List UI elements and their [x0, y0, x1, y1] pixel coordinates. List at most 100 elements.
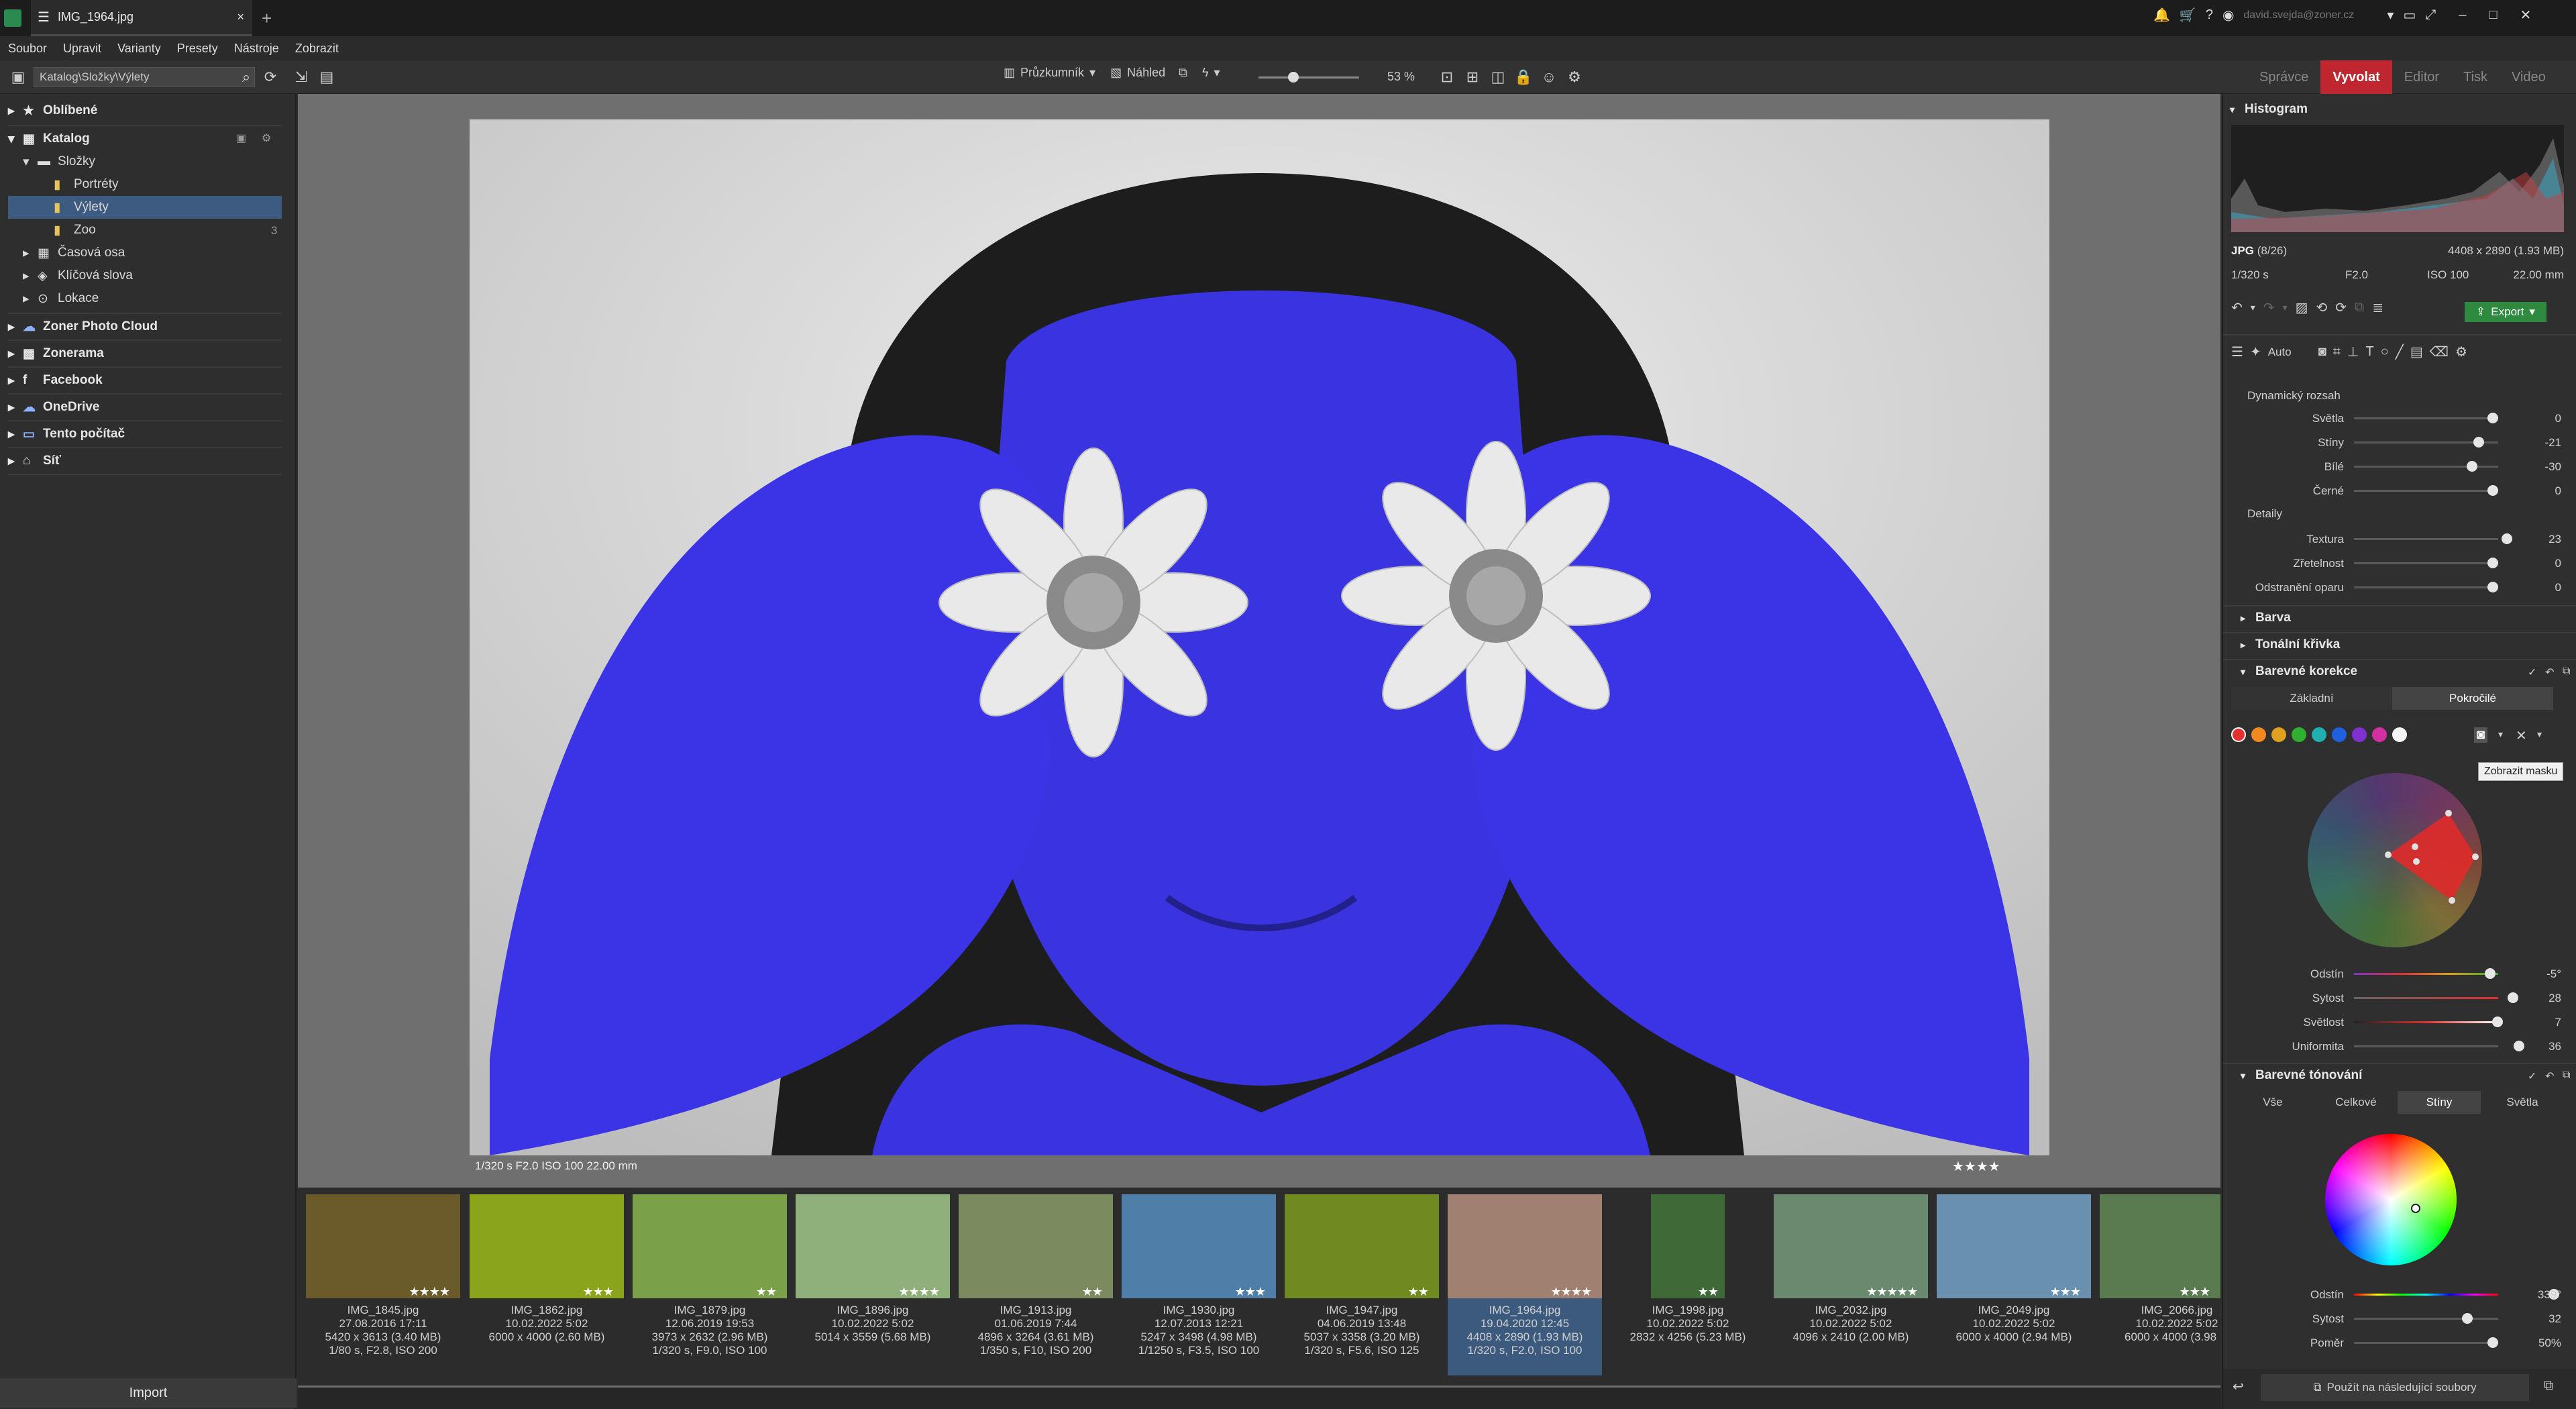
thumbnail[interactable]: ★★ IMG_1947.jpg 04.06.2019 13:48 5037 x 335… — [1285, 1194, 1439, 1375]
gradient-icon[interactable]: ▤ — [2410, 344, 2423, 360]
refresh-icon[interactable]: ⟳ — [259, 66, 282, 89]
section-barva[interactable]: ▸ Barva — [2241, 607, 2291, 629]
tree-cloud[interactable]: ▸ ☁ Zoner Photo Cloud — [8, 315, 158, 338]
path-field[interactable]: Katalog\Složky\Výlety — [34, 67, 255, 87]
tab-zakladni[interactable]: Základní — [2231, 687, 2392, 710]
color-dot-purple[interactable] — [2352, 727, 2367, 742]
module-vyvolat[interactable]: Vyvolat — [2320, 60, 2392, 94]
module-tisk[interactable]: Tisk — [2451, 70, 2500, 85]
copy-settings-icon[interactable]: ⧉ — [2563, 1069, 2570, 1082]
tab-svetla[interactable]: Světla — [2481, 1091, 2564, 1114]
menu-varianty[interactable]: Varianty — [117, 42, 161, 56]
chevron-down-icon[interactable]: ▾ — [2537, 729, 2542, 740]
fill-icon[interactable]: ⊞ — [1461, 66, 1484, 89]
reset-icon[interactable]: ↶ — [2545, 666, 2554, 679]
thumbnail[interactable]: ★★★★ IMG_1845.jpg 27.08.2016 17:11 5420 x 3… — [306, 1194, 460, 1375]
color-dot-amber[interactable] — [2271, 727, 2286, 742]
minimize-icon[interactable]: – — [2459, 7, 2466, 23]
export-icon[interactable]: ⇲ — [290, 66, 313, 89]
menu-nastroje[interactable]: Nástroje — [234, 42, 279, 56]
tab-vse[interactable]: Vše — [2231, 1091, 2314, 1114]
close-tab-icon[interactable]: × — [237, 10, 244, 24]
camera-icon[interactable]: ◙ — [2318, 344, 2326, 360]
window-icon[interactable]: ▭ — [2403, 7, 2416, 23]
chevron-down-icon[interactable]: ▾ — [2387, 7, 2394, 23]
tab-celkove[interactable]: Celkové — [2314, 1091, 2398, 1114]
chevron-down-icon[interactable]: ▾ — [2283, 302, 2288, 313]
histogram-header[interactable]: ▾ Histogram — [2230, 98, 2308, 121]
zoom-slider[interactable] — [1258, 72, 1359, 83]
thumbnail[interactable]: ★★★ IMG_2049.jpg 10.02.2022 5:02 6000 x 400… — [1937, 1194, 2091, 1375]
slider-cerne[interactable]: Černé 0 — [2223, 479, 2572, 502]
settings-icon[interactable]: ⚙ — [1563, 66, 1586, 89]
section-tonalni-krivka[interactable]: ▸ Tonální křivka — [2241, 633, 2340, 656]
list-icon[interactable]: ≣ — [2372, 299, 2383, 316]
module-editor[interactable]: Editor — [2392, 70, 2451, 85]
tree-zoo[interactable]: ▮ Zoo — [54, 219, 96, 242]
crop-icon[interactable]: ⌗ — [2333, 344, 2341, 360]
tree-favorites[interactable]: ▸ ★ Oblíbené — [8, 99, 97, 122]
catalog-folder-icon[interactable]: ▣ — [236, 132, 246, 145]
copy-settings-icon[interactable]: ⧉ — [2563, 666, 2570, 678]
auto-button[interactable]: Auto — [2268, 346, 2292, 359]
catalog-settings-icon[interactable]: ⚙ — [262, 132, 271, 145]
picker-icon[interactable]: ✕ — [2516, 727, 2527, 744]
slider-uniformita[interactable]: Uniformita 36 — [2223, 1035, 2572, 1057]
slider-toning-sytost[interactable]: Sytost 32 — [2223, 1307, 2572, 1330]
chevron-down-icon[interactable]: ▾ — [2498, 729, 2503, 740]
thumbnail-selected[interactable]: ★★★★ IMG_1964.jpg 19.04.2020 12:45 4408 x 2… — [1448, 1194, 1602, 1375]
export-button[interactable]: ⇪ Export ▾ — [2465, 302, 2546, 322]
search-icon[interactable]: ⌕ — [235, 66, 258, 89]
tree-catalog[interactable]: ▾ ▦ Katalog — [8, 127, 90, 150]
color-dot-magenta[interactable] — [2372, 727, 2387, 742]
check-icon[interactable]: ✓ — [2528, 666, 2536, 679]
close-icon[interactable]: ✕ — [2520, 7, 2532, 23]
tree-network[interactable]: ▸ ⌂ Síť — [8, 450, 61, 472]
new-tab-icon[interactable]: + — [262, 8, 272, 29]
apply-to-next-button[interactable]: ⧉ Použít na následující soubory — [2261, 1374, 2529, 1401]
thumbnail[interactable]: ★★★ IMG_1862.jpg 10.02.2022 5:02 6000 x 400… — [470, 1194, 624, 1375]
circle-icon[interactable]: ○ — [2381, 344, 2389, 360]
toning-wheel-marker[interactable] — [2411, 1204, 2420, 1213]
tree-trips[interactable]: ▮ Výlety — [54, 196, 109, 219]
explorer-button[interactable]: Průzkumník — [1020, 66, 1084, 80]
rotate-left-icon[interactable]: ⟲ — [2316, 299, 2328, 316]
cart-icon[interactable]: 🛒 — [2180, 7, 2196, 23]
slider-svetla[interactable]: Světla 0 — [2223, 407, 2572, 429]
main-photo[interactable] — [470, 119, 2049, 1155]
slider-odstin[interactable]: Odstín -5° — [2223, 962, 2572, 985]
module-video[interactable]: Video — [2500, 70, 2558, 85]
user-icon[interactable]: ◉ — [2222, 7, 2234, 23]
slider-stiny[interactable]: Stíny -21 — [2223, 431, 2572, 454]
gear-icon[interactable]: ⚙ — [2455, 344, 2467, 360]
perspective-icon[interactable]: ⊥ — [2347, 344, 2359, 360]
tree-facebook[interactable]: ▸ f Facebook — [8, 369, 103, 392]
photo-rating[interactable]: ★★★★ — [1952, 1158, 2000, 1175]
maximize-icon[interactable]: □ — [2489, 7, 2497, 23]
thumbnail[interactable]: ★★★ IMG_2066.jpg 10.02.2022 5:02 6000 x 400… — [2100, 1194, 2220, 1375]
color-dot-white[interactable] — [2392, 727, 2407, 742]
flash-icon[interactable]: ϟ — [1202, 66, 1209, 80]
face-icon[interactable]: ☺ — [1538, 66, 1560, 89]
color-dot-orange[interactable] — [2251, 727, 2266, 742]
color-dot-red[interactable] — [2231, 727, 2246, 742]
image-icon[interactable]: ▨ — [2296, 299, 2308, 316]
tree-portraits[interactable]: ▮ Portréty — [54, 173, 119, 196]
color-dot-aqua[interactable] — [2312, 727, 2326, 742]
slider-textura[interactable]: Textura 23 — [2223, 527, 2572, 550]
copy-icon[interactable]: ⧉ — [2355, 300, 2364, 315]
preview-icon[interactable]: ▧ — [1110, 66, 1122, 80]
thumbnail[interactable]: ★★ IMG_1998.jpg 10.02.2022 5:02 2832 x 4256… — [1611, 1194, 1765, 1375]
lock-icon[interactable]: 🔒 — [1512, 66, 1535, 89]
wand-icon[interactable]: ✦ — [2250, 344, 2261, 360]
menu-upravit[interactable]: Upravit — [63, 42, 101, 56]
undo-icon[interactable]: ↶ — [2231, 299, 2243, 316]
reset-icon[interactable]: ↶ — [2545, 1069, 2554, 1083]
menu-presety[interactable]: Presety — [177, 42, 218, 56]
brush-icon[interactable]: ╱ — [2396, 344, 2404, 360]
color-wheel-advanced[interactable] — [2308, 773, 2482, 947]
back-icon[interactable]: ↩ — [2233, 1378, 2244, 1395]
fit-icon[interactable]: ⊡ — [1436, 66, 1458, 89]
check-icon[interactable]: ✓ — [2528, 1069, 2536, 1083]
tab-pokrocile[interactable]: Pokročilé — [2392, 687, 2553, 710]
